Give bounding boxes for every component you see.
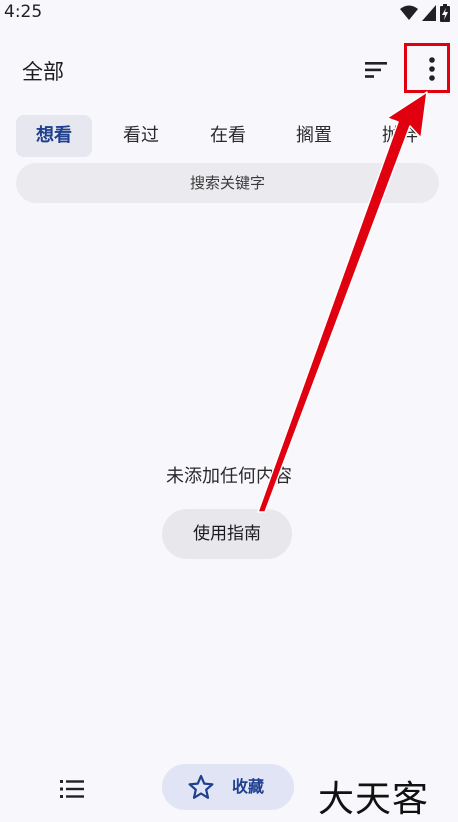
- tab-watching[interactable]: 在看: [190, 115, 266, 157]
- empty-state-message: 未添加任何内容: [166, 466, 292, 487]
- favorites-label: 收藏: [232, 777, 265, 796]
- list-view-button[interactable]: [58, 776, 86, 802]
- status-icons: [400, 4, 450, 22]
- guide-button[interactable]: 使用指南: [162, 509, 292, 559]
- status-time: 4:25: [4, 2, 43, 22]
- sort-button[interactable]: [360, 56, 392, 84]
- list-icon: [60, 780, 84, 798]
- search-input[interactable]: 搜索关键字: [16, 163, 439, 203]
- status-bar: 4:25: [0, 0, 458, 26]
- battery-icon: [440, 4, 450, 22]
- tab-want-to-watch[interactable]: 想看: [16, 115, 92, 157]
- category-tabs: 想看 看过 在看 搁置 抛弃: [16, 115, 458, 157]
- star-icon: [188, 774, 214, 799]
- tab-watched[interactable]: 看过: [103, 115, 179, 157]
- app-bar: 全部: [0, 44, 458, 96]
- watermark-logo: 大天客: [318, 779, 430, 820]
- wifi-icon: [400, 5, 418, 20]
- tab-on-hold[interactable]: 搁置: [276, 115, 352, 157]
- tab-dropped[interactable]: 抛弃: [362, 115, 438, 157]
- favorites-tab[interactable]: 收藏: [162, 764, 294, 810]
- annotation-highlight-box: [404, 43, 450, 93]
- bottom-navigation: 收藏 大天客: [0, 756, 458, 820]
- signal-icon: [422, 5, 436, 21]
- sort-icon: [365, 62, 387, 78]
- page-title: 全部: [22, 60, 64, 84]
